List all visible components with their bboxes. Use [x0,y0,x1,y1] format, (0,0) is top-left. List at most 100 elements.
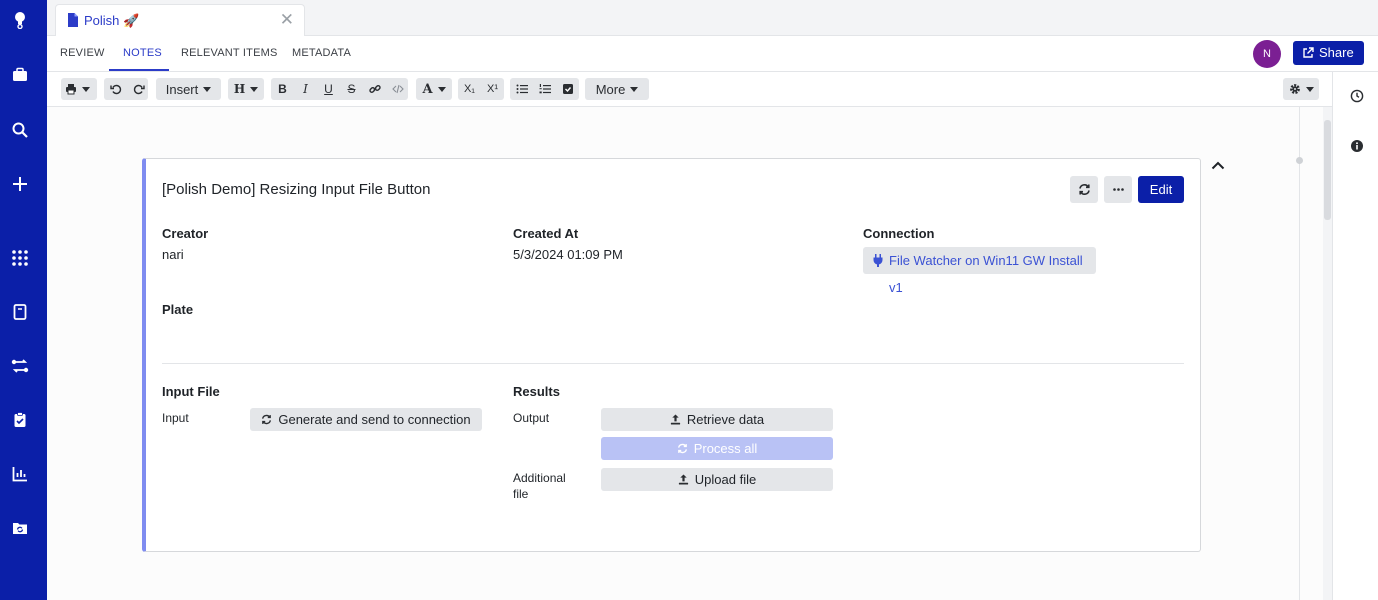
numbered-list-icon[interactable] [533,78,556,100]
more-options-button[interactable] [1104,176,1132,203]
print-icon[interactable] [61,78,94,100]
underline-button[interactable]: U [317,78,340,100]
refresh-icon [1078,184,1090,195]
additional-file-label-line2: file [513,487,529,501]
tab-relevant-items[interactable]: RELEVANT ITEMS [181,47,278,59]
history-group [104,78,148,100]
scrollbar-thumb[interactable] [1324,120,1331,220]
text-color-dropdown[interactable]: A [416,78,452,100]
undo-icon[interactable] [104,78,127,100]
editor-toolbar: Insert H B I U S A X₁ X¹ More [47,72,1332,107]
heading-dropdown[interactable]: H [228,78,264,100]
generate-send-button[interactable]: Generate and send to connection [250,408,482,431]
left-nav [0,0,47,600]
plate-label: Plate [162,302,194,317]
subscript-button[interactable]: X₁ [458,78,481,100]
tab-notes[interactable]: NOTES [123,47,162,59]
created-at-value: 5/3/2024 01:09 PM [513,247,623,262]
more-dropdown[interactable]: More [585,78,649,100]
text-color-control: A [416,78,452,100]
additional-file-label: Additional file [513,470,566,502]
results-label: Results [513,384,560,399]
search-icon[interactable] [11,121,29,139]
tab-review[interactable]: REVIEW [60,47,105,59]
output-label: Output [513,411,550,425]
chevron-up-icon[interactable] [1211,160,1225,170]
folder-sync-icon[interactable] [11,519,29,537]
format-group: B I U S [271,78,408,100]
redo-icon[interactable] [127,78,150,100]
bullet-list-icon[interactable] [510,78,533,100]
connection-chip[interactable]: File Watcher on Win11 GW Install v1 [863,247,1096,295]
share-label: Share [1319,45,1354,60]
app-window: Polish 🚀 ✕ REVIEW NOTES RELEVANT ITEMS M… [0,0,1378,600]
document-tab[interactable]: Polish 🚀 ✕ [55,4,305,37]
outline-track [1299,107,1300,600]
additional-file-label-line1: Additional [513,471,566,485]
info-icon[interactable] [1350,139,1364,153]
history-clock-icon[interactable] [1350,89,1364,103]
checklist-icon[interactable] [556,78,579,100]
card-title: [Polish Demo] Resizing Input File Button [162,181,431,198]
gear-icon [1283,78,1319,100]
user-avatar[interactable]: N [1253,40,1281,68]
created-at-label: Created At [513,226,579,241]
input-label: Input [162,411,189,425]
retrieve-data-button[interactable]: Retrieve data [601,408,833,431]
generate-send-label: Generate and send to connection [278,412,471,427]
plus-icon[interactable] [11,175,29,193]
print-dropdown[interactable] [61,78,97,100]
input-file-label: Input File [162,384,220,399]
section-divider [162,363,1184,364]
creator-value: nari [162,247,184,262]
workflow-icon[interactable] [11,357,29,375]
connection-value: File Watcher on Win11 GW Install v1 [889,253,1083,295]
superscript-button[interactable]: X¹ [481,78,504,100]
outline-marker[interactable] [1296,157,1303,164]
briefcase-icon[interactable] [11,66,29,84]
creator-label: Creator [162,226,209,241]
document-icon [68,13,78,27]
active-tab-indicator [109,69,169,71]
strikethrough-button[interactable]: S [340,78,363,100]
process-all-button[interactable]: Process all [601,437,833,460]
bold-button[interactable]: B [271,78,294,100]
more-label: More [595,81,626,97]
refresh-button[interactable] [1070,176,1098,203]
right-rail [1332,72,1378,600]
document-tab-strip: Polish 🚀 ✕ [47,0,1378,37]
text-color-label: A [422,81,433,97]
notebook-icon[interactable] [11,303,29,321]
upload-icon [670,414,680,425]
edit-button[interactable]: Edit [1138,176,1184,203]
apps-grid-icon[interactable] [11,249,29,267]
tab-metadata[interactable]: METADATA [292,47,351,59]
upload-file-button[interactable]: Upload file [601,468,833,491]
process-all-label: Process all [693,441,758,456]
connection-label: Connection [863,226,935,241]
external-link-icon [1303,47,1314,58]
insert-label: Insert [165,81,199,97]
upload-file-label: Upload file [694,472,757,487]
insert-dropdown[interactable]: Insert [156,78,221,100]
list-group [510,78,579,100]
chart-icon[interactable] [11,465,29,483]
share-button[interactable]: Share [1293,41,1364,65]
protocol-card: [Polish Demo] Resizing Input File Button… [142,158,1201,552]
insert-control: Insert [156,78,221,100]
close-tab-icon[interactable]: ✕ [280,11,294,29]
logo-icon[interactable] [11,11,29,29]
heading-control: H [228,78,264,100]
settings-dropdown[interactable] [1283,78,1319,100]
script-group: X₁ X¹ [458,78,504,100]
heading-label: H [233,82,246,96]
sync-icon [677,443,687,454]
retrieve-data-label: Retrieve data [686,412,765,427]
ellipsis-icon [1112,188,1124,191]
code-icon[interactable] [386,78,409,100]
italic-button[interactable]: I [294,78,317,100]
link-icon[interactable] [363,78,386,100]
upload-icon [678,474,688,485]
plug-icon [873,254,883,267]
clipboard-check-icon[interactable] [11,411,29,429]
